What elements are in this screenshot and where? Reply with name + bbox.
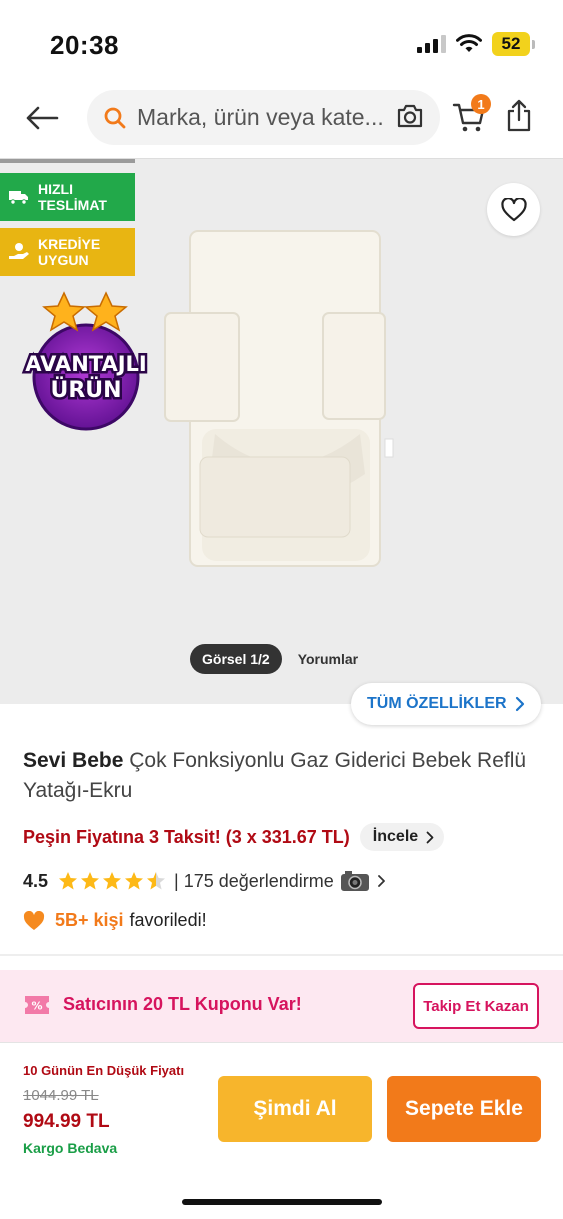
section-divider	[0, 954, 563, 956]
tab-reviews[interactable]: Yorumlar	[286, 644, 370, 674]
product-title: Sevi Bebe Çok Fonksiyonlu Gaz Giderici B…	[23, 746, 543, 806]
installment-row: Peşin Fiyatına 3 Taksit! (3 x 331.67 TL)…	[23, 823, 445, 851]
all-features-label: TÜM ÖZELLİKLER	[367, 695, 507, 712]
gallery-progress-indicator	[0, 159, 135, 163]
rating-stars	[58, 871, 166, 891]
arrow-left-icon	[26, 106, 59, 130]
favorite-button[interactable]	[487, 183, 540, 236]
credit-eligible-tag: KREDİYE UYGUN	[0, 228, 135, 276]
advantage-badge-line1: AVANTAJLI	[25, 352, 146, 376]
star-icon	[125, 872, 144, 890]
seller-coupon-banner: % Satıcının 20 TL Kuponu Var! Takip Et K…	[0, 970, 563, 1042]
inspect-label: İncele	[372, 828, 419, 845]
search-icon	[104, 107, 126, 128]
search-input[interactable]: Marka, ürün veya kate...	[87, 90, 440, 145]
lowest-price-label: 10 Günün En Düşük Fiyatı	[23, 1063, 185, 1078]
buy-now-button[interactable]: Şimdi Al	[218, 1076, 372, 1142]
advantage-badge-line2: ÜRÜN	[50, 377, 121, 403]
back-button[interactable]	[22, 100, 62, 136]
chevron-right-icon	[515, 696, 524, 712]
favorites-row: 5B+ kişi favoriledi!	[23, 910, 207, 931]
star-icon	[81, 872, 100, 890]
chevron-right-icon	[426, 831, 434, 843]
home-indicator[interactable]	[182, 1199, 382, 1205]
all-features-button[interactable]: TÜM ÖZELLİKLER	[351, 683, 541, 725]
battery-indicator: 52	[492, 32, 535, 56]
gallery-tabs: Görsel 1/2 Yorumlar	[190, 644, 370, 674]
star-icon	[103, 872, 122, 890]
cellular-signal-icon	[417, 35, 446, 53]
status-icons: 52	[417, 32, 535, 56]
rating-value: 4.5	[23, 870, 49, 891]
product-brand[interactable]: Sevi Bebe	[23, 749, 123, 772]
search-placeholder: Marka, ürün veya kate...	[137, 104, 384, 130]
cart-count-badge: 1	[471, 94, 491, 114]
battery-level: 52	[492, 32, 530, 56]
rating-row[interactable]: 4.5 | 175 değerlendirme	[23, 866, 388, 896]
review-count: | 175 değerlendirme	[174, 870, 334, 891]
coin-hand-icon	[9, 243, 29, 259]
share-button[interactable]	[505, 98, 539, 138]
purchase-bar: 10 Günün En Düşük Fiyatı 1044.99 TL 994.…	[0, 1042, 563, 1219]
star-icon	[59, 872, 78, 890]
product-photo-reflux-bed	[164, 230, 394, 567]
wifi-icon	[456, 34, 482, 52]
camera-icon	[397, 104, 423, 128]
fast-delivery-label: HIZLI TESLİMAT	[38, 181, 107, 213]
svg-text:%: %	[31, 1000, 42, 1013]
add-to-cart-button[interactable]: Sepete Ekle	[387, 1076, 541, 1142]
inspect-installment-button[interactable]: İncele	[359, 823, 445, 851]
visual-search-button[interactable]	[396, 103, 424, 134]
coupon-icon: %	[25, 996, 49, 1014]
installment-offer: Peşin Fiyatına 3 Taksit! (3 x 331.67 TL)	[23, 826, 350, 847]
status-bar: 20:38 52	[0, 0, 563, 80]
credit-eligible-label: KREDİYE UYGUN	[38, 236, 101, 268]
product-image-gallery[interactable]: HIZLI TESLİMAT KREDİYE UYGUN AVANTAJLI Ü…	[0, 158, 563, 704]
free-shipping-label: Kargo Bedava	[23, 1140, 118, 1156]
follow-and-earn-button[interactable]: Takip Et Kazan	[413, 983, 539, 1029]
truck-icon	[9, 191, 28, 205]
tab-images[interactable]: Görsel 1/2	[190, 644, 282, 674]
coupon-text: Satıcının 20 TL Kuponu Var!	[63, 994, 302, 1014]
share-icon	[507, 99, 531, 132]
favorites-count: 5B+ kişi	[55, 910, 124, 930]
star-half-icon	[147, 872, 166, 890]
current-price: 994.99 TL	[23, 1111, 110, 1132]
fast-delivery-tag: HIZLI TESLİMAT	[0, 173, 135, 221]
advantage-product-badge: AVANTAJLI ÜRÜN	[23, 291, 149, 431]
favorites-text: favoriledi!	[129, 910, 207, 930]
orange-heart-icon	[23, 910, 45, 930]
photo-camera-icon	[340, 871, 369, 891]
status-time: 20:38	[50, 30, 119, 60]
chevron-right-icon	[377, 875, 385, 887]
old-price: 1044.99 TL	[23, 1087, 99, 1104]
heart-icon	[500, 197, 527, 221]
